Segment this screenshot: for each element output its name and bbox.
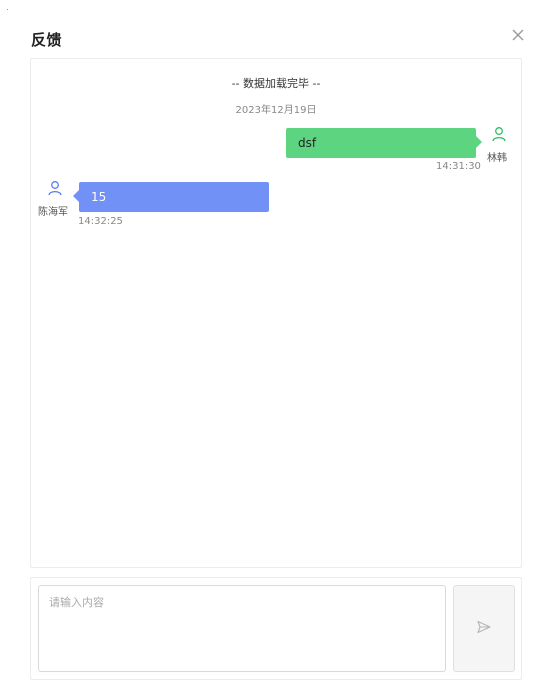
loaded-status-text: -- 数据加载完毕 -- <box>231 77 321 90</box>
send-icon <box>476 619 492 638</box>
message-time: 14:32:25 <box>78 216 123 227</box>
message-bubble-right: dsf <box>286 128 482 158</box>
dialog-title: 反馈 <box>31 31 63 49</box>
send-button[interactable] <box>453 585 515 672</box>
user-icon <box>491 126 507 142</box>
corner-dot <box>7 9 8 10</box>
close-icon[interactable] <box>508 25 528 45</box>
composer-panel <box>30 577 522 680</box>
chat-date: 2023年12月19日 <box>235 105 317 116</box>
message-text: 15 <box>91 190 107 204</box>
user-icon <box>47 180 63 196</box>
message-text: dsf <box>298 136 317 150</box>
message-bubble-left: 15 <box>73 182 269 212</box>
feedback-dialog: 反馈 -- 数据加载完毕 -- 2023年12月19日 dsf 林韩 14:31… <box>0 0 539 695</box>
chat-panel[interactable]: -- 数据加载完毕 -- 2023年12月19日 dsf 林韩 14:31:30… <box>30 58 522 568</box>
sender-name: 林韩 <box>487 153 507 164</box>
message-input[interactable] <box>38 585 446 672</box>
message-time: 14:31:30 <box>436 161 481 172</box>
sender-name: 陈海军 <box>38 207 68 218</box>
